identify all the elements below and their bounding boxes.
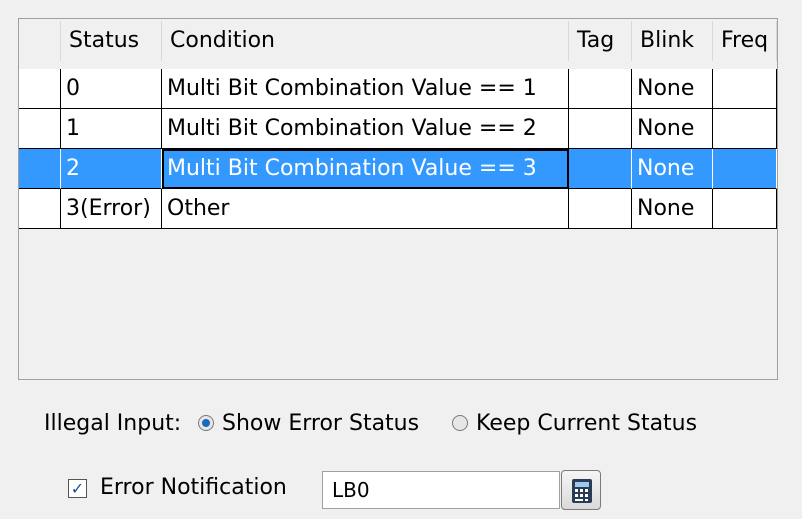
error-notification-label[interactable]: Error Notification — [100, 472, 287, 504]
address-picker-button[interactable] — [561, 470, 601, 510]
row-indicator[interactable] — [19, 189, 61, 229]
table-header: Status Condition Tag Blink Freq — [19, 21, 777, 61]
calculator-icon — [572, 479, 592, 503]
tag-cell[interactable] — [569, 149, 632, 189]
table-row-selected[interactable]: 2 Multi Bit Combination Value == 3 None — [19, 149, 777, 189]
header-status[interactable]: Status — [61, 21, 162, 61]
keep-current-status-label[interactable]: Keep Current Status — [476, 408, 697, 440]
header-freq[interactable]: Freq — [713, 21, 777, 61]
blink-cell[interactable]: None — [632, 69, 713, 109]
illegal-input-label: Illegal Input: — [44, 411, 182, 436]
status-cell[interactable]: 1 — [61, 109, 162, 149]
tag-cell[interactable] — [569, 189, 632, 229]
status-cell[interactable]: 2 — [61, 149, 162, 189]
keep-current-status-radio[interactable] — [452, 415, 468, 431]
freq-cell[interactable] — [713, 189, 777, 229]
status-cell[interactable]: 3(Error) — [61, 189, 162, 229]
row-indicator[interactable] — [19, 109, 61, 149]
header-blink[interactable]: Blink — [632, 21, 713, 61]
status-table: Status Condition Tag Blink Freq 0 Multi … — [18, 18, 778, 380]
freq-cell[interactable] — [713, 149, 777, 189]
condition-cell[interactable]: Multi Bit Combination Value == 3 — [162, 149, 569, 189]
freq-cell[interactable] — [713, 109, 777, 149]
condition-cell[interactable]: Multi Bit Combination Value == 2 — [162, 109, 569, 149]
table-row[interactable]: 3(Error) Other None — [19, 189, 777, 229]
blink-cell[interactable]: None — [632, 189, 713, 229]
tag-cell[interactable] — [569, 109, 632, 149]
header-indicator — [19, 21, 61, 61]
status-cell[interactable]: 0 — [61, 69, 162, 109]
show-error-status-radio[interactable] — [198, 415, 214, 431]
error-notification-checkbox[interactable]: ✓ — [68, 479, 87, 498]
row-indicator[interactable] — [19, 69, 61, 109]
show-error-status-label[interactable]: Show Error Status — [222, 408, 419, 440]
row-indicator[interactable] — [19, 149, 61, 189]
header-condition[interactable]: Condition — [162, 21, 569, 61]
condition-cell[interactable]: Multi Bit Combination Value == 1 — [162, 69, 569, 109]
condition-cell[interactable]: Other — [162, 189, 569, 229]
table-row[interactable]: 1 Multi Bit Combination Value == 2 None — [19, 109, 777, 149]
table-row[interactable]: 0 Multi Bit Combination Value == 1 None — [19, 69, 777, 109]
header-tag[interactable]: Tag — [569, 21, 632, 61]
blink-cell[interactable]: None — [632, 109, 713, 149]
notification-address-field[interactable]: LB0 — [322, 471, 560, 509]
tag-cell[interactable] — [569, 69, 632, 109]
blink-cell[interactable]: None — [632, 149, 713, 189]
freq-cell[interactable] — [713, 69, 777, 109]
